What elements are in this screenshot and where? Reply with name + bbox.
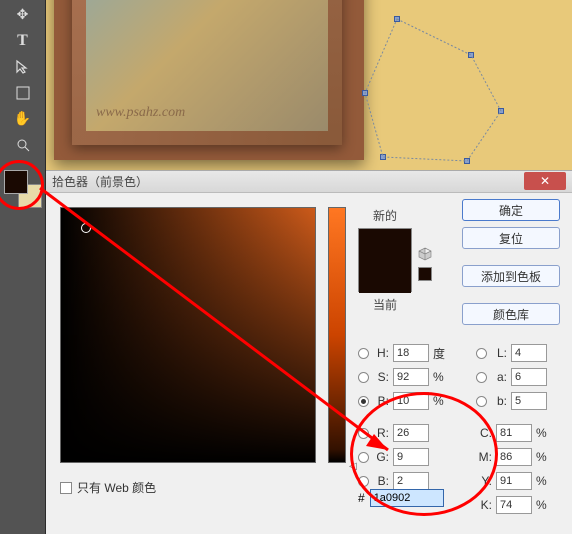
radio-b-rgb[interactable] [358, 476, 369, 487]
transform-handle[interactable] [468, 52, 474, 58]
cancel-button[interactable]: 复位 [462, 227, 560, 249]
input-h[interactable]: 18 [393, 344, 429, 362]
transform-handle[interactable] [362, 90, 368, 96]
unit-b-hsb: % [433, 394, 449, 408]
radio-l[interactable] [476, 348, 487, 359]
label-h: H: [373, 346, 389, 360]
radio-b-lab[interactable] [476, 396, 487, 407]
web-only-checkbox-row: 只有 Web 颜色 [60, 479, 156, 496]
label-b-hsb: B: [373, 394, 389, 408]
label-g: G: [373, 450, 389, 464]
value-grid-right: L: 4 a: 6 b: 5 C: 81 % M: 86 % [476, 341, 552, 517]
type-tool-icon[interactable]: T [11, 29, 34, 52]
web-safe-warning-icon[interactable] [418, 247, 432, 261]
input-m[interactable]: 86 [496, 448, 532, 466]
label-r: R: [373, 426, 389, 440]
hue-slider[interactable] [328, 207, 346, 463]
label-new-color: 新的 [358, 207, 412, 224]
input-y[interactable]: 91 [496, 472, 532, 490]
unit-m: % [536, 450, 552, 464]
input-b-hsb[interactable]: 10 [393, 392, 429, 410]
zoom-tool-icon[interactable] [11, 133, 34, 156]
transform-handle[interactable] [464, 158, 470, 164]
close-button[interactable]: ✕ [524, 172, 566, 190]
web-safe-swatch[interactable] [418, 267, 432, 281]
label-l: L: [491, 346, 507, 360]
unit-y: % [536, 474, 552, 488]
label-a: a: [491, 370, 507, 384]
input-a[interactable]: 6 [511, 368, 547, 386]
input-s[interactable]: 92 [393, 368, 429, 386]
hex-row: # [358, 489, 444, 507]
color-library-button[interactable]: 颜色库 [462, 303, 560, 325]
input-k[interactable]: 74 [496, 496, 532, 514]
hex-label: # [358, 491, 365, 505]
label-b-lab: b: [491, 394, 507, 408]
add-swatch-button[interactable]: 添加到色板 [462, 265, 560, 287]
transform-handle[interactable] [394, 16, 400, 22]
watermark-text: www.psahz.com [96, 105, 185, 121]
transform-handle[interactable] [498, 108, 504, 114]
color-field-cursor[interactable] [81, 223, 91, 233]
input-c[interactable]: 81 [496, 424, 532, 442]
hex-input[interactable] [370, 489, 444, 507]
label-c: C: [476, 426, 492, 440]
label-b-rgb: B: [373, 474, 389, 488]
button-column: 确定 复位 添加到色板 颜色库 [462, 199, 560, 325]
dialog-titlebar[interactable]: 拾色器（前景色） ✕ [46, 171, 572, 193]
input-l[interactable]: 4 [511, 344, 547, 362]
transform-handle[interactable] [380, 154, 386, 160]
web-only-label: 只有 Web 颜色 [77, 479, 156, 496]
label-m: M: [476, 450, 492, 464]
radio-s[interactable] [358, 372, 369, 383]
color-preview-swatch [358, 228, 412, 292]
path-select-tool-icon[interactable] [11, 55, 34, 78]
radio-g[interactable] [358, 452, 369, 463]
input-g[interactable]: 9 [393, 448, 429, 466]
unit-h: 度 [433, 345, 449, 362]
unit-k: % [536, 498, 552, 512]
label-y: Y: [476, 474, 492, 488]
hand-tool-icon[interactable]: ✋ [11, 107, 34, 130]
radio-h[interactable] [358, 348, 369, 359]
left-toolbar: ✥ T ✋ ⤺ [0, 0, 46, 534]
unit-s: % [433, 370, 449, 384]
dialog-body: 新的 当前 确定 复位 添加到色板 颜色库 H: 18 度 [46, 193, 572, 534]
radio-r[interactable] [358, 428, 369, 439]
value-grid-left: H: 18 度 S: 92 % B: 10 % R: 26 [358, 341, 449, 493]
color-picker-dialog: 拾色器（前景色） ✕ 新的 当前 确定 复位 添加到色板 颜色库 [46, 170, 572, 534]
color-field[interactable] [60, 207, 316, 463]
painting-image: www.psahz.com [72, 0, 342, 145]
web-only-checkbox[interactable] [60, 482, 72, 494]
radio-a[interactable] [476, 372, 487, 383]
move-tool-icon[interactable]: ✥ [11, 3, 34, 26]
input-b-lab[interactable]: 5 [511, 392, 547, 410]
slider-collapse-icon[interactable]: ◁ [349, 461, 357, 472]
ok-button[interactable]: 确定 [462, 199, 560, 221]
label-s: S: [373, 370, 389, 384]
label-k: K: [476, 498, 492, 512]
color-preview-block: 新的 当前 [358, 207, 412, 313]
label-current-color: 当前 [358, 296, 412, 313]
input-b-rgb[interactable]: 2 [393, 472, 429, 490]
shape-tool-icon[interactable] [11, 81, 34, 104]
color-swatches[interactable] [4, 170, 42, 208]
preview-current-color[interactable] [359, 261, 411, 293]
input-r[interactable]: 26 [393, 424, 429, 442]
dialog-title: 拾色器（前景色） [52, 173, 148, 190]
unit-c: % [536, 426, 552, 440]
foreground-color-swatch[interactable] [4, 170, 28, 194]
canvas-viewport[interactable]: www.psahz.com [46, 0, 572, 176]
preview-new-color [359, 229, 411, 261]
radio-b-hsb[interactable] [358, 396, 369, 407]
